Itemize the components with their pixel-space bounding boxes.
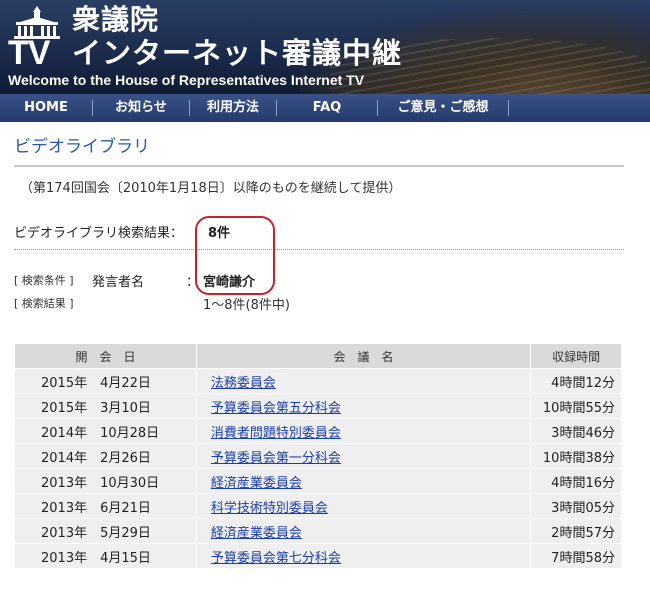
- result-range: 1～8件(8件中): [203, 298, 290, 313]
- archive-notice: （第174回国会〔2010年1月18日〕以降のものを継続して提供）: [20, 181, 402, 196]
- meeting-date: 2014年 2月26日: [14, 443, 197, 469]
- table-row: 2013年 6月21日 科学技術特別委員会 3時間05分: [14, 493, 622, 519]
- column-header-meeting: 会 議 名: [195, 343, 532, 369]
- nav-news[interactable]: お知らせ: [93, 94, 189, 122]
- meeting-link[interactable]: 予算委員会第五分科会: [211, 401, 341, 416]
- nav-home[interactable]: HOME: [0, 94, 92, 122]
- site-title-main: インターネット審議中継: [72, 36, 403, 70]
- column-header-date: 開 会 日: [14, 343, 197, 369]
- recording-duration: 10時間38分: [530, 443, 622, 469]
- dotted-divider: [14, 249, 624, 250]
- nav-feedback[interactable]: ご意見・ご感想: [378, 94, 508, 122]
- table-row: 2015年 3月10日 予算委員会第五分科会 10時間55分: [14, 393, 622, 419]
- nav-faq[interactable]: FAQ: [277, 94, 377, 122]
- site-banner: TV 衆議院 インターネット審議中継 Welcome to the House …: [0, 0, 650, 94]
- meeting-link[interactable]: 予算委員会第七分科会: [211, 551, 341, 566]
- meeting-date: 2013年 10月30日: [14, 468, 197, 494]
- meeting-date: 2013年 6月21日: [14, 493, 197, 519]
- table-row: 2015年 4月22日 法務委員会 4時間12分: [14, 368, 622, 394]
- site-title-english: Welcome to the House of Representatives …: [8, 72, 365, 88]
- meeting-link[interactable]: 消費者問題特別委員会: [211, 426, 341, 441]
- nav-how-to-use[interactable]: 利用方法: [190, 94, 276, 122]
- search-condition-tag: [ 検索条件 ]: [14, 274, 74, 287]
- meeting-date: 2015年 4月22日: [14, 368, 197, 394]
- meeting-link[interactable]: 予算委員会第一分科会: [211, 451, 341, 466]
- recording-duration: 3時間05分: [530, 493, 622, 519]
- meeting-link[interactable]: 経済産業委員会: [211, 526, 302, 541]
- search-result-tag: [ 検索結果 ]: [14, 297, 74, 310]
- recording-duration: 4時間12分: [530, 368, 622, 394]
- page-title: ビデオライブラリ: [14, 137, 150, 157]
- meeting-link[interactable]: 科学技術特別委員会: [211, 501, 328, 516]
- meeting-date: 2015年 3月10日: [14, 393, 197, 419]
- table-row: 2013年 4月15日 予算委員会第七分科会 7時間58分: [14, 543, 622, 569]
- nav-divider: [508, 100, 509, 116]
- main-nav: HOME お知らせ 利用方法 FAQ ご意見・ご感想: [0, 94, 650, 122]
- recording-duration: 4時間16分: [530, 468, 622, 494]
- highlight-annotation: [195, 216, 275, 295]
- meeting-link[interactable]: 経済産業委員会: [211, 476, 302, 491]
- results-table: 開 会 日 会 議 名 収録時間 2015年 4月22日 法務委員会 4時間12…: [14, 343, 622, 569]
- recording-duration: 10時間55分: [530, 393, 622, 419]
- column-header-duration: 収録時間: [530, 343, 622, 369]
- meeting-date: 2014年 10月28日: [14, 418, 197, 444]
- table-row: 2014年 10月28日 消費者問題特別委員会 3時間46分: [14, 418, 622, 444]
- table-row: 2013年 10月30日 経済産業委員会 4時間16分: [14, 468, 622, 494]
- recording-duration: 3時間46分: [530, 418, 622, 444]
- table-row: 2013年 5月29日 経済産業委員会 2時間57分: [14, 518, 622, 544]
- meeting-date: 2013年 5月29日: [14, 518, 197, 544]
- meeting-date: 2013年 4月15日: [14, 543, 197, 569]
- tv-logo-mark: TV: [8, 34, 50, 72]
- recording-duration: 2時間57分: [530, 518, 622, 544]
- table-header-row: 開 会 日 会 議 名 収録時間: [14, 343, 622, 369]
- search-result-label: ビデオライブラリ検索結果：: [14, 226, 184, 241]
- meeting-link[interactable]: 法務委員会: [211, 376, 276, 391]
- site-title-house: 衆議院: [72, 3, 160, 36]
- speaker-name-label: 発言者名: [92, 275, 145, 290]
- recording-duration: 7時間58分: [530, 543, 622, 569]
- table-row: 2014年 2月26日 予算委員会第一分科会 10時間38分: [14, 443, 622, 469]
- title-divider: [14, 165, 624, 167]
